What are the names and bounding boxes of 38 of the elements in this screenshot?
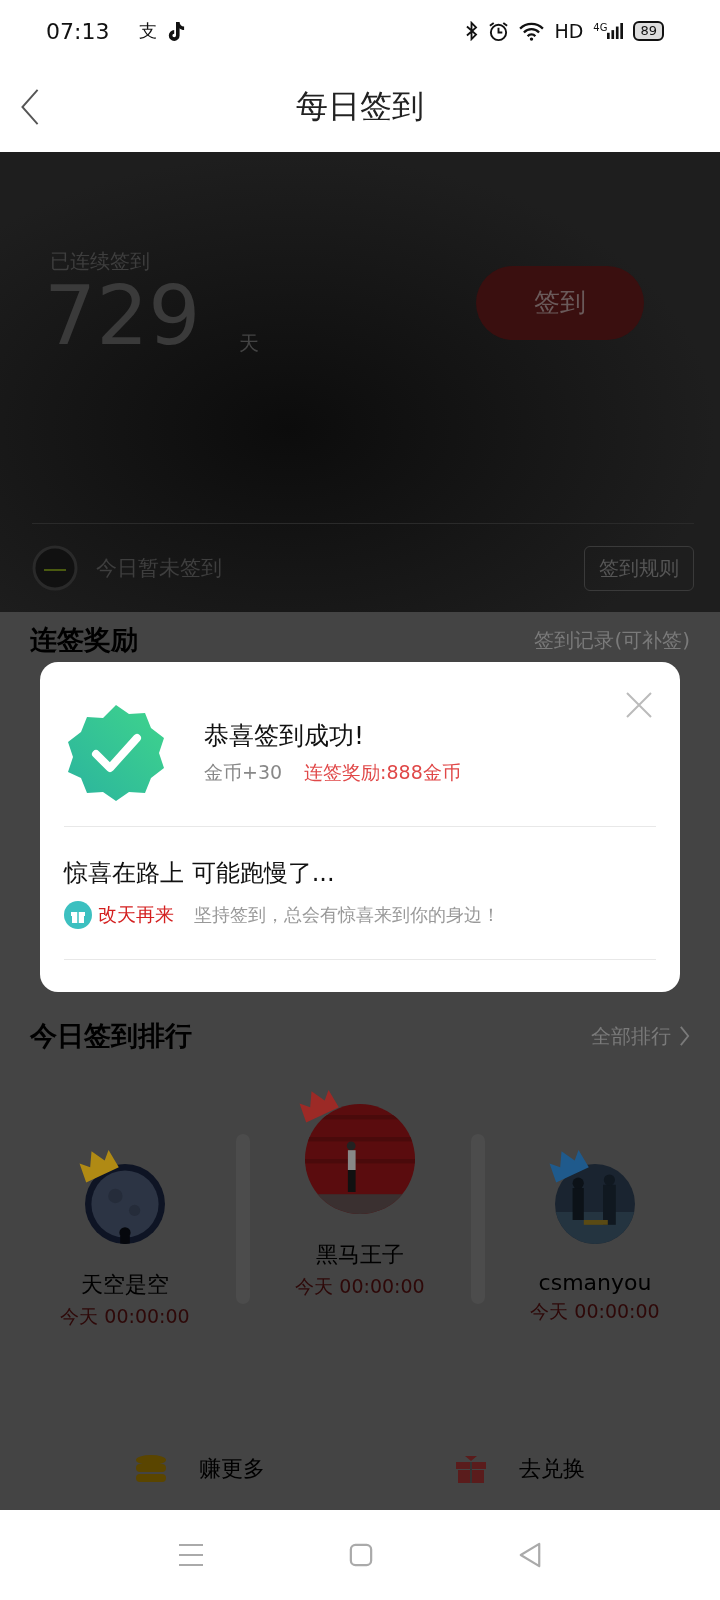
- notification-glyph: 支: [139, 19, 158, 43]
- sign-in-button[interactable]: 签到: [476, 265, 644, 340]
- bluetooth-icon: [465, 21, 479, 41]
- section-title: 今日签到排行: [30, 1019, 192, 1053]
- network-label: HD: [554, 20, 584, 42]
- wifi-icon: [519, 21, 545, 41]
- home-icon[interactable]: [349, 1543, 373, 1567]
- sign-time: 今天 00:00:00: [530, 1299, 660, 1324]
- encouragement-text: 坚持签到，总会有惊喜来到你的身边！: [194, 903, 500, 927]
- avatar-icon: [32, 545, 78, 591]
- come-back-tag: 改天再来: [98, 902, 174, 928]
- close-icon[interactable]: [626, 692, 652, 718]
- network-type: 4G: [593, 22, 608, 33]
- coin-stack-icon: [135, 1455, 167, 1483]
- user-name: csmanyou: [538, 1270, 652, 1295]
- action-label[interactable]: 赚更多: [199, 1454, 265, 1484]
- gift-icon: [455, 1455, 487, 1483]
- status-time: 07:13: [46, 18, 110, 44]
- streak-bonus: 连签奖励:888金币: [304, 759, 461, 785]
- action-label[interactable]: 去兑换: [519, 1454, 585, 1484]
- verified-badge-icon: [66, 702, 166, 802]
- page-title: 每日签到: [296, 86, 424, 127]
- back-icon[interactable]: [20, 88, 40, 126]
- user-name: 天空是空: [81, 1271, 169, 1299]
- dialog-title: 恭喜签到成功!: [204, 719, 366, 752]
- sign-time: 今天 00:00:00: [60, 1304, 190, 1329]
- alarm-icon: [488, 20, 510, 42]
- sign-time: 今天 00:00:00: [295, 1274, 425, 1299]
- section-title: 连签奖励: [30, 623, 138, 657]
- battery-indicator: 89: [633, 21, 664, 41]
- music-note-icon: [167, 21, 186, 41]
- surprise-heading: 惊喜在路上 可能跑慢了...: [64, 858, 336, 889]
- menu-icon[interactable]: [178, 1543, 204, 1567]
- coin-reward: 金币+30: [204, 759, 283, 785]
- gift-icon: [64, 901, 92, 929]
- chevron-icon: [679, 1025, 690, 1047]
- user-name: 黑马王子: [316, 1241, 404, 1269]
- signal-icon: [607, 22, 624, 40]
